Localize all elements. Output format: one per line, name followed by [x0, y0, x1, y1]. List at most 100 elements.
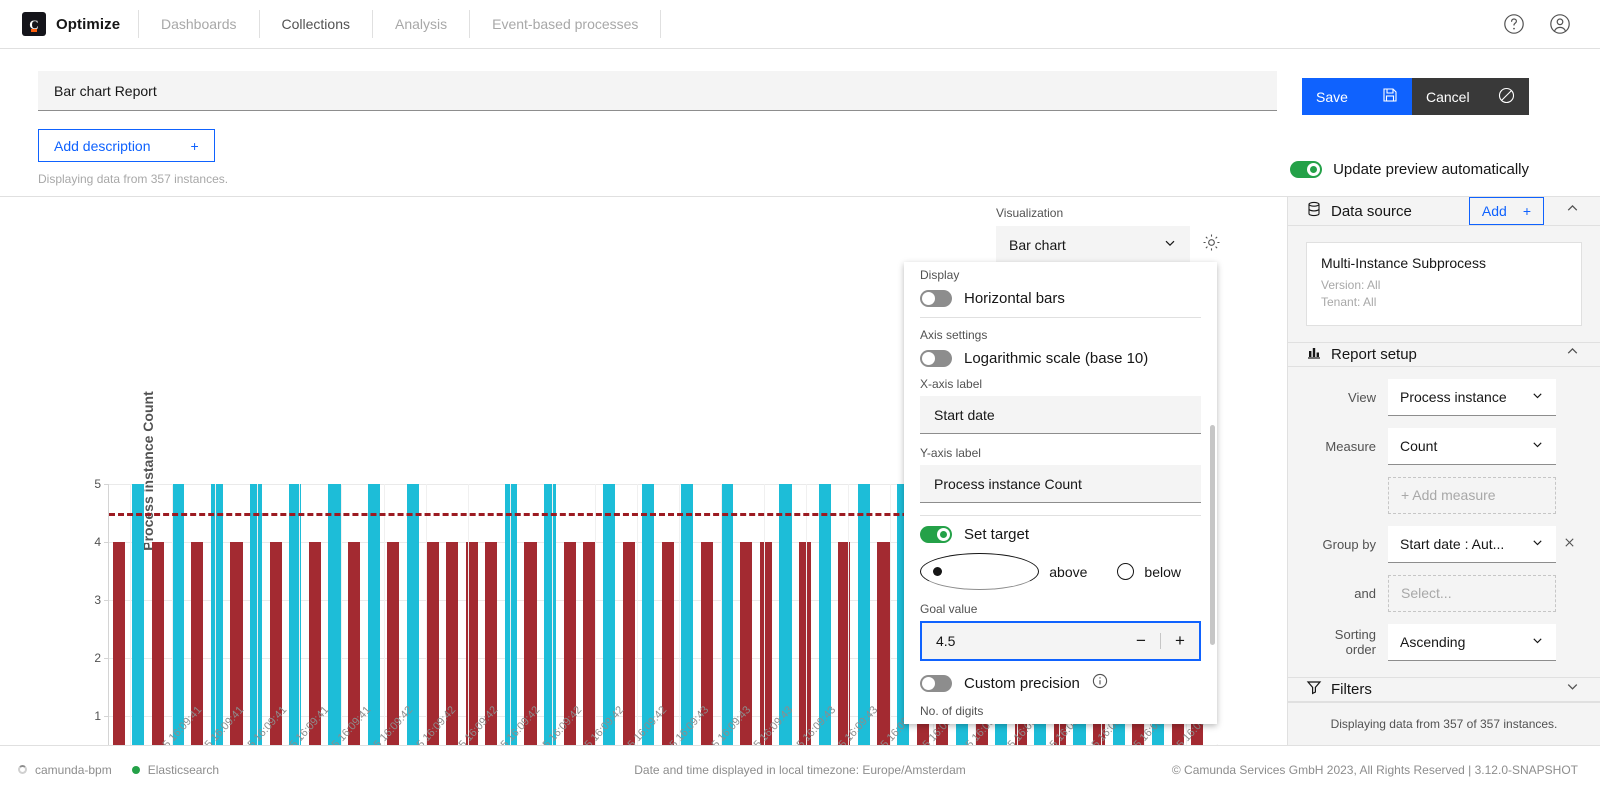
bar[interactable]	[583, 542, 595, 745]
y-axis-label-caption: Y-axis label	[920, 446, 1201, 460]
data-source-title: Data source	[1331, 203, 1412, 220]
remove-group-by-icon[interactable]	[1556, 536, 1582, 553]
chart-settings-gear-button[interactable]	[1190, 226, 1232, 264]
bar[interactable]	[132, 484, 144, 745]
plus-icon: +	[1523, 203, 1531, 219]
chevron-down-icon	[1531, 438, 1544, 454]
bar[interactable]	[211, 484, 223, 745]
group-by-and-row: and Select...	[1306, 575, 1582, 612]
group-by-and-select[interactable]: Select...	[1388, 575, 1556, 612]
nav-divider	[660, 10, 661, 38]
view-value: Process instance	[1400, 389, 1507, 405]
bar[interactable]	[623, 542, 635, 745]
goal-value-decrement-button[interactable]: −	[1122, 623, 1160, 659]
data-source-header: Data source Add +	[1288, 197, 1600, 226]
set-target-label: Set target	[964, 526, 1029, 543]
x-grid-line	[130, 484, 131, 745]
log-scale-toggle[interactable]	[920, 350, 952, 367]
custom-precision-label: Custom precision	[964, 675, 1080, 692]
nav-item-event-based-processes[interactable]: Event-based processes	[470, 0, 660, 48]
optimize-report-editor: C Optimize Dashboards Collections Analys…	[0, 0, 1600, 793]
horizontal-bars-toggle[interactable]	[920, 290, 952, 307]
data-source-tenant: Tenant: All	[1321, 294, 1567, 311]
goal-value-increment-button[interactable]: +	[1161, 623, 1199, 659]
database-icon	[1306, 201, 1322, 222]
y-axis-tick-label: 1	[94, 709, 101, 723]
settings-popover-scrollbar[interactable]	[1210, 425, 1215, 645]
nav-item-dashboards[interactable]: Dashboards	[139, 0, 259, 48]
save-button[interactable]: Save	[1302, 78, 1412, 115]
bar[interactable]	[642, 484, 654, 745]
data-source-card[interactable]: Multi-Instance Subprocess Version: All T…	[1306, 242, 1582, 326]
x-axis-label-input[interactable]: Start date	[920, 396, 1201, 434]
y-axis-label-input[interactable]: Process instance Count	[920, 465, 1201, 503]
filters-header: Filters	[1288, 678, 1600, 702]
add-measure-button[interactable]: + Add measure	[1388, 477, 1556, 514]
divider	[920, 515, 1201, 516]
main-content: Process instance Count 012345 2022-10-25…	[0, 196, 1600, 745]
info-icon[interactable]	[1092, 673, 1108, 694]
custom-precision-toggle[interactable]	[920, 675, 952, 692]
target-above-radio[interactable]	[920, 553, 1039, 590]
bar[interactable]	[877, 542, 889, 745]
nav-item-analysis[interactable]: Analysis	[373, 0, 469, 48]
bar[interactable]	[721, 484, 733, 745]
x-grid-line	[215, 484, 216, 745]
save-disk-icon	[1382, 87, 1398, 106]
bar[interactable]	[172, 484, 184, 745]
top-navigation: C Optimize Dashboards Collections Analys…	[0, 0, 1600, 49]
set-target-toggle[interactable]	[920, 526, 952, 543]
top-nav-actions	[1502, 12, 1600, 36]
bar[interactable]	[426, 542, 438, 745]
timezone-note: Date and time displayed in local timezon…	[634, 763, 966, 777]
report-title-input[interactable]	[38, 71, 1277, 111]
visualization-select[interactable]: Bar chart	[996, 226, 1190, 264]
bar[interactable]	[760, 542, 772, 745]
sorting-order-row: Sorting order Ascending	[1306, 624, 1582, 661]
bar[interactable]	[681, 484, 693, 745]
sorting-order-select[interactable]: Ascending	[1388, 624, 1556, 661]
bar[interactable]	[152, 542, 164, 745]
nav-item-collections[interactable]: Collections	[260, 0, 372, 48]
bar[interactable]	[603, 484, 615, 745]
x-grid-line	[510, 484, 511, 745]
x-grid-line	[552, 484, 553, 745]
x-grid-line	[721, 484, 722, 745]
bar[interactable]	[113, 542, 125, 745]
x-grid-line	[890, 484, 891, 745]
data-source-collapse-icon[interactable]	[1565, 201, 1580, 221]
measure-row: Measure Count	[1306, 428, 1582, 465]
goal-value-caption: Goal value	[920, 602, 1201, 616]
cancel-button[interactable]: Cancel	[1412, 78, 1529, 115]
x-axis-label-caption: X-axis label	[920, 377, 1201, 391]
y-axis-tick-label: 2	[94, 651, 101, 665]
help-icon[interactable]	[1502, 12, 1526, 36]
chart-settings-popover: Display Horizontal bars Axis settings Lo…	[904, 262, 1217, 724]
copyright-note: © Camunda Services GmbH 2023, All Rights…	[1172, 763, 1600, 777]
group-by-row: Group by Start date : Aut...	[1306, 526, 1582, 563]
add-data-source-button[interactable]: Add +	[1469, 197, 1544, 225]
user-avatar-icon[interactable]	[1548, 12, 1572, 36]
x-grid-line	[468, 484, 469, 745]
gear-icon	[1202, 233, 1221, 257]
target-below-radio[interactable]	[1117, 563, 1134, 580]
camunda-logo-icon: C	[22, 12, 46, 36]
group-by-select[interactable]: Start date : Aut...	[1388, 526, 1556, 563]
goal-value-input[interactable]: 4.5	[922, 633, 1122, 649]
update-preview-toggle[interactable]	[1290, 161, 1322, 178]
report-setup-collapse-icon[interactable]	[1565, 344, 1580, 364]
group-by-value: Start date : Aut...	[1400, 536, 1504, 552]
app-footer: camunda-bpm Elasticsearch Date and time …	[0, 745, 1600, 793]
bar[interactable]	[328, 484, 340, 745]
x-grid-line	[384, 484, 385, 745]
add-description-button[interactable]: Add description +	[38, 129, 215, 162]
goal-value-stepper[interactable]: 4.5 − +	[920, 621, 1201, 661]
brand[interactable]: C Optimize	[0, 12, 138, 36]
bar[interactable]	[368, 484, 380, 745]
add-description-label: Add description	[54, 138, 151, 154]
visualization-selected-value: Bar chart	[1009, 237, 1066, 253]
bar[interactable]	[544, 484, 556, 745]
view-select[interactable]: Process instance	[1388, 379, 1556, 416]
measure-select[interactable]: Count	[1388, 428, 1556, 465]
filters-expand-icon[interactable]	[1565, 679, 1580, 699]
